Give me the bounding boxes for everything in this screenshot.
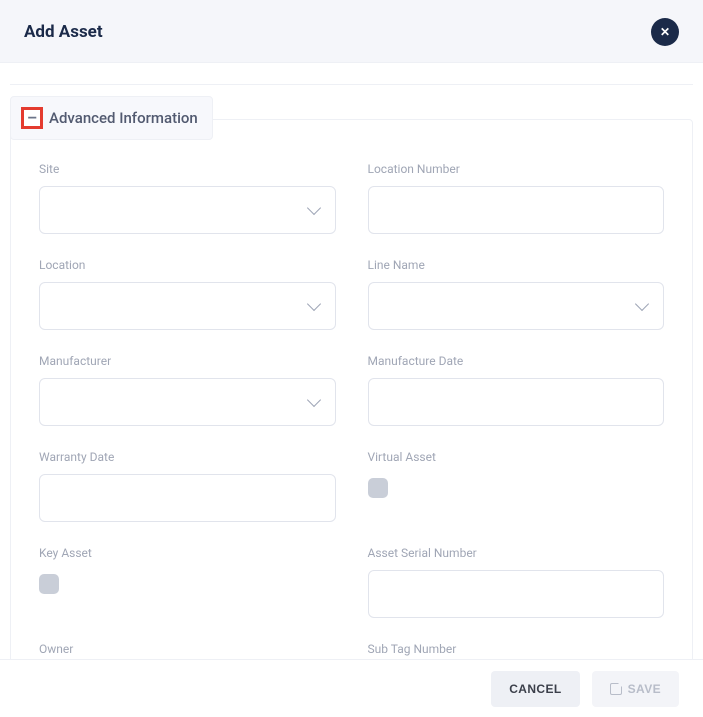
field-manufacturer: Manufacturer — [39, 354, 336, 426]
chevron-down-icon — [306, 201, 320, 215]
key-asset-checkbox[interactable] — [39, 574, 59, 594]
modal-title: Add Asset — [24, 22, 103, 42]
label-asset-serial-number: Asset Serial Number — [368, 546, 665, 560]
manufacturer-select[interactable] — [39, 378, 336, 426]
field-site: Site — [39, 162, 336, 234]
label-location-number: Location Number — [368, 162, 665, 176]
form-grid: Site Location Number Location — [39, 162, 664, 666]
close-button[interactable]: ✕ — [651, 18, 679, 46]
label-warranty-date: Warranty Date — [39, 450, 336, 464]
field-virtual-asset: Virtual Asset — [368, 450, 665, 522]
label-key-asset: Key Asset — [39, 546, 336, 560]
chevron-down-icon — [635, 297, 649, 311]
virtual-asset-checkbox[interactable] — [368, 478, 388, 498]
line-name-select[interactable] — [368, 282, 665, 330]
modal-footer: CANCEL SAVE — [0, 659, 703, 717]
site-select[interactable] — [39, 186, 336, 234]
label-manufacture-date: Manufacture Date — [368, 354, 665, 368]
cancel-button[interactable]: CANCEL — [491, 671, 579, 707]
location-number-input[interactable] — [368, 186, 665, 234]
location-select[interactable] — [39, 282, 336, 330]
modal-header: Add Asset ✕ — [0, 0, 703, 63]
warranty-date-input[interactable] — [39, 474, 336, 522]
label-site: Site — [39, 162, 336, 176]
panel-header[interactable]: – Advanced Information — [10, 96, 213, 140]
field-key-asset: Key Asset — [39, 546, 336, 618]
label-owner: Owner — [39, 642, 336, 656]
field-location-number: Location Number — [368, 162, 665, 234]
divider — [10, 71, 693, 85]
field-location: Location — [39, 258, 336, 330]
label-line-name: Line Name — [368, 258, 665, 272]
label-location: Location — [39, 258, 336, 272]
save-button[interactable]: SAVE — [592, 671, 679, 707]
chevron-down-icon — [306, 297, 320, 311]
manufacture-date-input[interactable] — [368, 378, 665, 426]
collapse-toggle[interactable]: – — [21, 107, 43, 129]
field-manufacture-date: Manufacture Date — [368, 354, 665, 426]
label-manufacturer: Manufacturer — [39, 354, 336, 368]
content-scroll[interactable]: – Advanced Information Site Location Num… — [0, 63, 703, 666]
label-sub-tag-number: Sub Tag Number — [368, 642, 665, 656]
advanced-info-panel: – Advanced Information Site Location Num… — [10, 119, 693, 666]
field-warranty-date: Warranty Date — [39, 450, 336, 522]
chevron-down-icon — [306, 393, 320, 407]
label-virtual-asset: Virtual Asset — [368, 450, 665, 464]
save-icon — [610, 683, 622, 695]
field-asset-serial-number: Asset Serial Number — [368, 546, 665, 618]
close-icon: ✕ — [660, 25, 670, 39]
field-line-name: Line Name — [368, 258, 665, 330]
asset-serial-number-input[interactable] — [368, 570, 665, 618]
panel-title: Advanced Information — [49, 109, 198, 127]
minus-icon: – — [27, 110, 37, 126]
